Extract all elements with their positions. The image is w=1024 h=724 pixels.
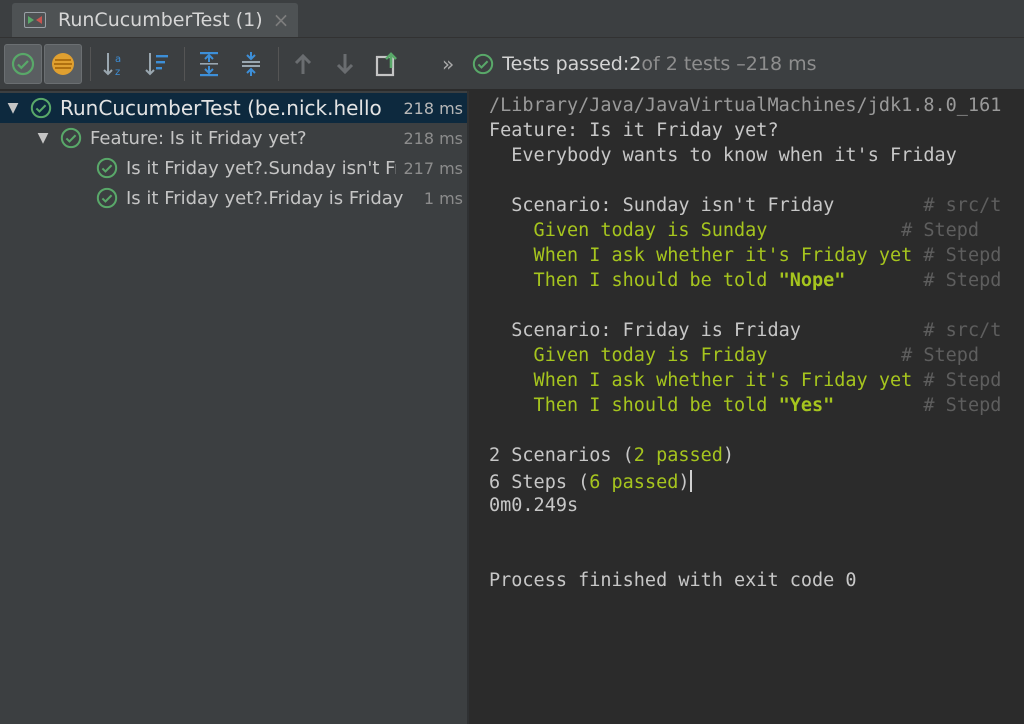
close-tab-icon[interactable]: × <box>273 8 290 32</box>
tree-row-scenario[interactable]: Is it Friday yet?.Sunday isn't Friday 21… <box>0 153 467 183</box>
svg-text:z: z <box>115 67 120 78</box>
tool-window-tabbar: RunCucumberTest (1) × <box>0 0 1024 38</box>
console-step: Given today is Sunday # Stepd <box>489 220 980 241</box>
run-tab[interactable]: RunCucumberTest (1) × <box>12 3 298 37</box>
console-scenario-title: Scenario: Sunday isn't Friday # src/t <box>489 195 1002 216</box>
tree-row-time: 1 ms <box>423 188 463 208</box>
sort-by-duration-button[interactable] <box>138 44 176 84</box>
console-step: Then I should be told "Yes" # Stepd <box>489 395 1002 416</box>
status-total: of 2 tests – <box>641 53 746 75</box>
run-tab-title: RunCucumberTest (1) <box>58 9 263 31</box>
status-duration: 218 ms <box>745 53 817 75</box>
tree-row-time: 217 ms <box>403 158 463 178</box>
console-exit-message: Process finished with exit code 0 <box>489 570 857 591</box>
collapse-arrow-icon[interactable]: ▼ <box>6 100 20 116</box>
sort-duration-icon <box>145 53 168 76</box>
tree-row-label: Is it Friday yet?.Sunday isn't Friday <box>126 157 396 179</box>
status-passed-count: 2 <box>629 53 642 75</box>
expand-all-icon <box>200 52 218 77</box>
previous-failed-test-button[interactable] <box>284 44 322 84</box>
sort-alpha-icon: a z <box>103 53 121 78</box>
tree-row-label: RunCucumberTest (be.nick.hello <box>60 96 382 120</box>
more-actions-chevron[interactable]: » <box>442 52 454 76</box>
show-passed-button[interactable] <box>4 44 42 84</box>
tree-row-time: 218 ms <box>403 128 463 148</box>
console-step: Given today is Friday # Stepd <box>489 345 980 366</box>
sort-alphabetically-button[interactable]: a z <box>96 44 134 84</box>
console-elapsed: 0m0.249s <box>489 495 579 516</box>
tree-row-time: 218 ms <box>399 98 463 118</box>
expand-all-button[interactable] <box>190 44 228 84</box>
show-passed-icon <box>11 52 35 76</box>
tree-row-label: Is it Friday yet?.Friday is Friday <box>126 187 404 209</box>
test-results-tree: ▼ RunCucumberTest (be.nick.hello 218 ms … <box>0 91 467 724</box>
run-tool-icon <box>24 12 46 28</box>
console-steps-summary: 6 Steps (6 passed) <box>489 470 692 493</box>
export-icon <box>375 52 397 77</box>
console-step: When I ask whether it's Friday yet # Ste… <box>489 245 1002 266</box>
passed-check-icon <box>96 187 118 209</box>
show-ignored-icon <box>52 53 74 75</box>
console-java-path: /Library/Java/JavaVirtualMachines/jdk1.8… <box>489 95 1002 116</box>
prev-failed-icon <box>294 53 312 74</box>
console-description: Everybody wants to know when it's Friday <box>489 145 957 166</box>
passed-check-icon <box>473 53 494 75</box>
tree-row-root[interactable]: ▼ RunCucumberTest (be.nick.hello 218 ms <box>0 93 467 123</box>
console-output[interactable]: /Library/Java/JavaVirtualMachines/jdk1.8… <box>469 91 1024 724</box>
console-feature: Feature: Is it Friday yet? <box>489 120 779 141</box>
test-status: » Tests passed: 2 of 2 tests – 218 ms <box>442 50 817 78</box>
tree-row-scenario[interactable]: Is it Friday yet?.Friday is Friday 1 ms <box>0 183 467 213</box>
collapse-all-icon <box>242 52 260 76</box>
tree-row-feature[interactable]: ▼ Feature: Is it Friday yet? 218 ms <box>0 123 467 153</box>
console-scenarios-summary: 2 Scenarios (2 passed) <box>489 445 735 466</box>
show-ignored-button[interactable] <box>44 44 82 84</box>
console-step: Then I should be told "Nope" # Stepd <box>489 270 1002 291</box>
collapse-arrow-icon[interactable]: ▼ <box>36 130 50 146</box>
next-failed-icon <box>336 54 354 75</box>
passed-check-icon <box>60 127 82 149</box>
test-runner-toolbar: a z » Tests passed: 2 of 2 tests – 218 m… <box>0 38 1024 90</box>
tree-row-label: Feature: Is it Friday yet? <box>90 127 307 149</box>
collapse-all-button[interactable] <box>232 44 270 84</box>
passed-check-icon <box>30 97 52 119</box>
passed-check-icon <box>96 157 118 179</box>
status-prefix: Tests passed: <box>502 53 630 75</box>
text-caret <box>689 470 692 492</box>
toolbar-separator <box>90 47 91 81</box>
export-test-results-button[interactable] <box>368 44 406 84</box>
svg-text:a: a <box>115 54 121 65</box>
toolbar-separator <box>184 47 185 81</box>
console-step: When I ask whether it's Friday yet # Ste… <box>489 370 1002 391</box>
next-failed-test-button[interactable] <box>326 44 364 84</box>
console-scenario-title: Scenario: Friday is Friday # src/t <box>489 320 1002 341</box>
toolbar-separator <box>278 47 279 81</box>
